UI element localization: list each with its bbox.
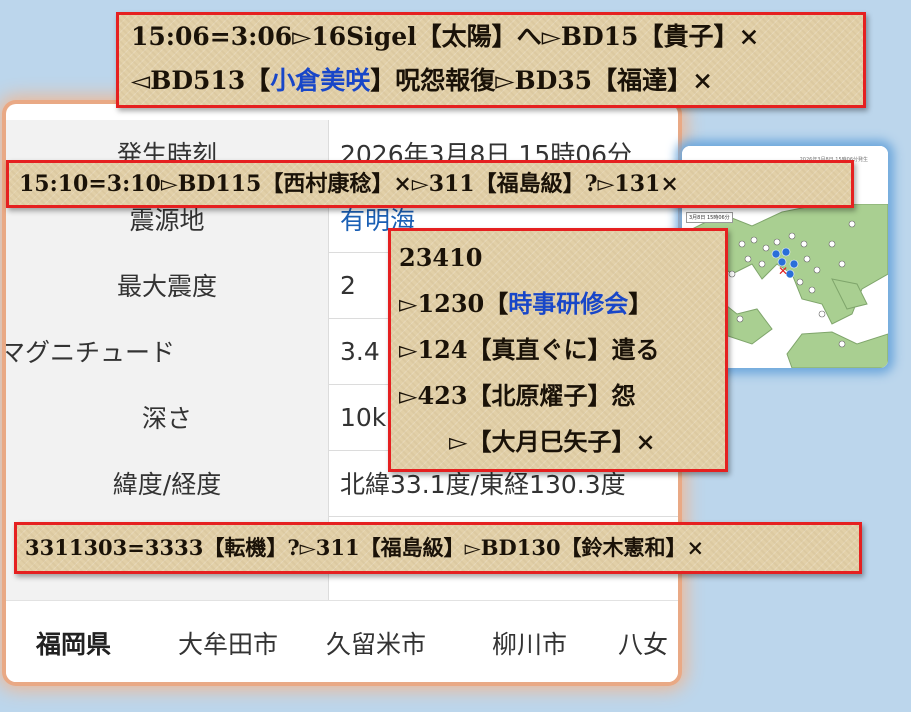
note-line: 15:06=3:06▻16Sigel【太陽】へ▻BD15【貴子】× <box>131 22 760 51</box>
callout-note-4: 3311303=3333【転機】?▻311【福島級】▻BD130【鈴木憲和】× <box>14 522 862 574</box>
city-link[interactable]: 久留米市 <box>326 625 426 661</box>
note-line: 23410 <box>399 243 483 272</box>
note-line: ▻【大月巳矢子】× <box>449 427 656 456</box>
row-label: 最大震度 <box>6 252 329 318</box>
prefecture-name: 福岡県 <box>36 630 112 659</box>
city-link[interactable]: 大牟田市 <box>178 625 278 661</box>
row-label: 深さ <box>6 384 329 450</box>
note-line: ▻124【真直ぐに】遣る <box>399 335 660 364</box>
prefecture-bar: 福岡県 大牟田市 久留米市 柳川市 八女 <box>6 600 678 682</box>
map-time-tag: 3月8日 15時06分 <box>686 212 733 223</box>
row-value: 2 <box>340 270 356 300</box>
note-line: 3311303=3333【転機】?▻311【福島級】▻BD130【鈴木憲和】× <box>25 535 705 560</box>
note-line: 15:10=3:10▻BD115【西村康稔】×▻311【福島級】?▻131× <box>19 171 679 197</box>
epicenter-marker: ✕ <box>778 264 788 278</box>
row-label: マグニチュード <box>6 318 329 384</box>
row-label: 緯度/経度 <box>6 450 329 516</box>
row-value: 3.4 <box>340 336 380 366</box>
city-link[interactable]: 八女 <box>618 625 668 661</box>
note-line: ◅BD513【小倉美咲】呪怨報復▻BD35【福達】× <box>131 66 714 95</box>
callout-note-3: 23410 ▻1230【時事研修会】 ▻124【真直ぐに】遣る ▻423【北原燿… <box>388 228 728 472</box>
callout-note-2: 15:10=3:10▻BD115【西村康稔】×▻311【福島級】?▻131× <box>6 160 854 208</box>
note-line: ▻1230【時事研修会】 <box>399 289 653 318</box>
city-link[interactable]: 柳川市 <box>492 625 567 661</box>
callout-note-1: 15:06=3:06▻16Sigel【太陽】へ▻BD15【貴子】× ◅BD513… <box>116 12 866 108</box>
note-line: ▻423【北原燿子】怨 <box>399 381 636 410</box>
